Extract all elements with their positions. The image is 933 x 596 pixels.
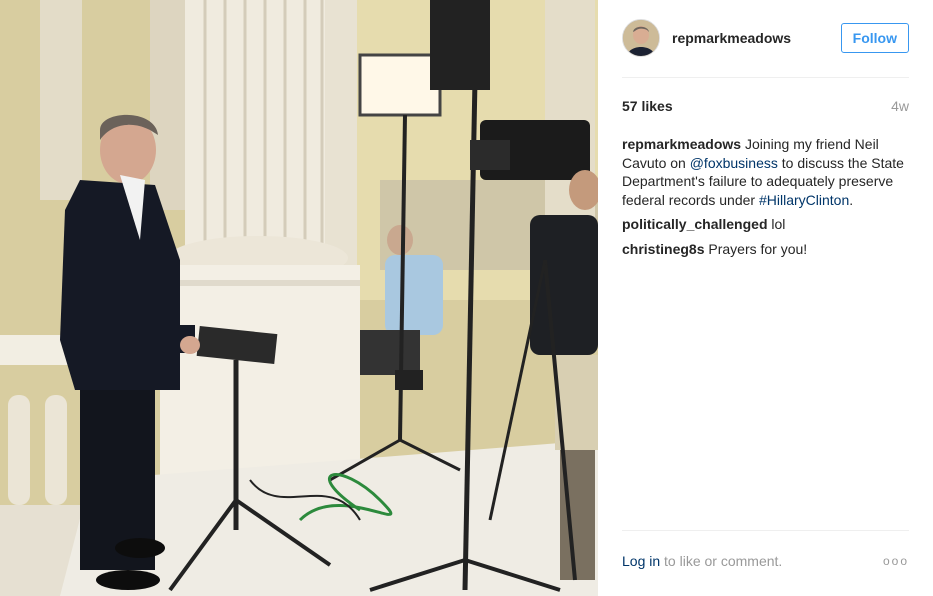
hashtag-link[interactable]: #HillaryClinton [759, 192, 849, 208]
post-photo-illustration [0, 0, 598, 596]
list-item: christineg8s Prayers for you! [622, 240, 909, 259]
post-photo[interactable] [0, 0, 598, 596]
list-item: politically_challenged lol [622, 215, 909, 234]
avatar[interactable] [622, 19, 660, 57]
username[interactable]: repmarkmeadows [672, 30, 841, 46]
login-prompt: Log in to like or comment. [622, 553, 782, 569]
comment-username[interactable]: christineg8s [622, 241, 704, 257]
caption-username[interactable]: repmarkmeadows [622, 136, 741, 152]
login-link[interactable]: Log in [622, 553, 660, 569]
post-header: repmarkmeadows Follow [622, 17, 909, 59]
comment-username[interactable]: politically_challenged [622, 216, 768, 232]
post-footer: Log in to like or comment. ooo [622, 553, 909, 569]
login-prompt-text: to like or comment. [660, 553, 783, 569]
follow-button[interactable]: Follow [840, 23, 909, 53]
post-sidebar: repmarkmeadows Follow 57 likes 4w repmar… [598, 0, 933, 596]
avatar-image [623, 20, 659, 56]
caption-text-3: . [849, 191, 854, 208]
caption: repmarkmeadows Joining my friend Neil Ca… [622, 135, 909, 209]
likes-row: 57 likes 4w [622, 98, 909, 114]
mention-link[interactable]: @foxbusiness [690, 155, 778, 171]
header-divider [622, 77, 909, 78]
comment-text: Prayers for you! [708, 240, 808, 257]
comment-text: lol [771, 216, 786, 232]
post-age[interactable]: 4w [891, 98, 909, 114]
footer-divider [622, 530, 909, 531]
comments-list: repmarkmeadows Joining my friend Neil Ca… [622, 135, 909, 264]
likes-count[interactable]: 57 likes [622, 98, 673, 114]
more-options-icon[interactable]: ooo [883, 554, 909, 568]
